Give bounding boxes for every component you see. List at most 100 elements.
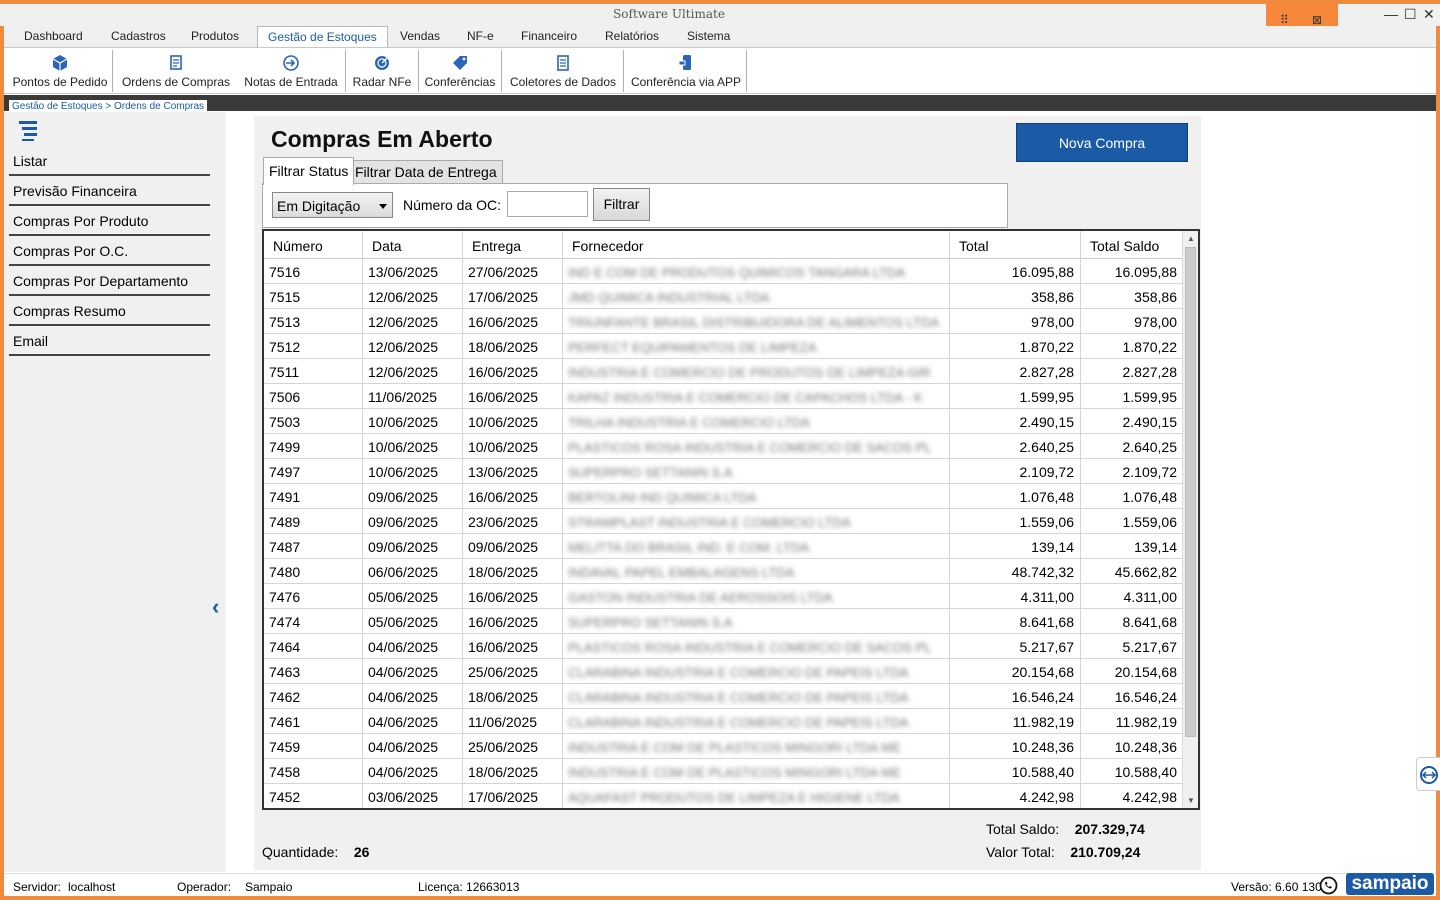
table-row[interactable]: 7512 12/06/2025 18/06/2025 PERFECT EQUIPAME… xyxy=(264,334,1184,359)
table-cell: 5.217,67 xyxy=(1081,634,1184,659)
tool-notas-entrada[interactable]: Notas de Entrada xyxy=(240,48,342,94)
tool-pontos-pedido[interactable]: Pontos de Pedido xyxy=(8,48,112,94)
menu-icon[interactable] xyxy=(19,118,39,144)
sidebar-item-compras-oc[interactable]: Compras Por O.C. xyxy=(9,236,210,266)
tab-filtrar-status[interactable]: Filtrar Status xyxy=(263,157,355,185)
clipboard-icon xyxy=(557,55,569,71)
sidebar-item-compras-departamento[interactable]: Compras Por Departamento xyxy=(9,266,210,296)
status-select[interactable]: Em Digitação xyxy=(272,192,393,218)
scroll-up-icon[interactable]: ▲ xyxy=(1187,234,1195,243)
operator-label: Operador: xyxy=(177,880,232,894)
sidebar-item-compras-resumo[interactable]: Compras Resumo xyxy=(9,296,210,326)
menu-relatorios[interactable]: Relatórios xyxy=(605,29,659,43)
menu-cadastros[interactable]: Cadastros xyxy=(111,29,166,43)
remote-support-widget[interactable] xyxy=(1416,757,1440,791)
tool-conferencia-app[interactable]: Conferência via APP xyxy=(628,48,744,94)
table-row[interactable]: 7458 04/06/2025 18/06/2025 INDUSTRIA E COM … xyxy=(264,759,1184,784)
tool-ordens-compras[interactable]: Ordens de Compras xyxy=(117,48,235,94)
column-header[interactable]: Entrega xyxy=(463,231,563,259)
table-row[interactable]: 7516 13/06/2025 27/06/2025 IND E COM DE PRO… xyxy=(264,259,1184,284)
table-cell: 7513 xyxy=(264,309,363,334)
tool-conferencias[interactable]: Conferências xyxy=(422,48,498,94)
sidebar-item-listar[interactable]: Listar xyxy=(9,146,210,176)
menu-sistema[interactable]: Sistema xyxy=(687,29,730,43)
table-row[interactable]: 7489 09/06/2025 23/06/2025 STRAMPLAST INDUS… xyxy=(264,509,1184,534)
table-cell: 16/06/2025 xyxy=(463,484,563,509)
collapse-sidebar-icon[interactable]: ‹ xyxy=(212,594,219,620)
drag-handle-icon[interactable]: ⠿ xyxy=(1280,13,1289,27)
nova-compra-button[interactable]: Nova Compra xyxy=(1016,123,1188,162)
menu-gestao-estoques[interactable]: Gestão de Estoques xyxy=(257,26,388,49)
total-summary: Valor Total: 210.709,24 xyxy=(986,844,1140,860)
column-header[interactable]: Número xyxy=(264,231,363,259)
table-row[interactable]: 7462 04/06/2025 18/06/2025 CLARABINA INDUST… xyxy=(264,684,1184,709)
table-row[interactable]: 7476 05/06/2025 16/06/2025 GASTON INDUSTRIA… xyxy=(264,584,1184,609)
supplier-name: SUPERPRO SETTANIN S.A xyxy=(568,615,733,630)
table-cell: 10/06/2025 xyxy=(363,459,463,484)
menu-produtos[interactable]: Produtos xyxy=(191,29,239,43)
scroll-thumb[interactable] xyxy=(1185,247,1196,737)
table-cell: SUPERPRO SETTANIN S.A xyxy=(563,459,950,484)
table-cell: 2.640,25 xyxy=(950,434,1081,459)
table-row[interactable]: 7480 06/06/2025 18/06/2025 INDAVAL PAPEL EM… xyxy=(264,559,1184,584)
table-cell: 7516 xyxy=(264,259,363,284)
column-header[interactable]: Total Saldo xyxy=(1081,231,1184,259)
title-bar: Software Ultimate ⠿ ⊠ — ☐ ✕ xyxy=(0,0,1440,38)
table-row[interactable]: 7474 05/06/2025 16/06/2025 SUPERPRO SETTANI… xyxy=(264,609,1184,634)
menu-nfe[interactable]: NF-e xyxy=(467,29,494,43)
table-row[interactable]: 7491 09/06/2025 16/06/2025 BERTOLINI IND QU… xyxy=(264,484,1184,509)
table-row[interactable]: 7459 04/06/2025 25/06/2025 INDUSTRIA E COM … xyxy=(264,734,1184,759)
tool-label: Radar NFe xyxy=(352,75,412,89)
close-session-icon[interactable]: ⊠ xyxy=(1312,13,1322,27)
supplier-name: PLASTICOS ROSA INDUSTRIA E COMERCIO DE S… xyxy=(568,440,932,455)
table-cell: 09/06/2025 xyxy=(363,484,463,509)
column-header[interactable]: Fornecedor xyxy=(563,231,950,259)
total-label: Valor Total: xyxy=(986,844,1055,860)
table-row[interactable]: 7463 04/06/2025 25/06/2025 CLARABINA INDUST… xyxy=(264,659,1184,684)
table-row[interactable]: 7503 10/06/2025 10/06/2025 TRILHA INDUSTRIA… xyxy=(264,409,1184,434)
table-cell: INDUSTRIA E COM DE PLASTICOS MINGORI LTD… xyxy=(563,734,950,759)
minimize-icon[interactable]: — xyxy=(1384,6,1398,22)
menu-financeiro[interactable]: Financeiro xyxy=(521,29,577,43)
table-row[interactable]: 7511 12/06/2025 16/06/2025 INDUSTRIA E COME… xyxy=(264,359,1184,384)
menu-vendas[interactable]: Vendas xyxy=(400,29,440,43)
sidebar-item-email[interactable]: Email xyxy=(9,326,210,356)
maximize-icon[interactable]: ☐ xyxy=(1404,6,1417,23)
column-header[interactable]: Data xyxy=(363,231,463,259)
whatsapp-icon[interactable] xyxy=(1319,876,1338,895)
column-header[interactable]: Total xyxy=(950,231,1081,259)
table-cell: 7474 xyxy=(264,609,363,634)
table-cell: 16/06/2025 xyxy=(463,384,563,409)
table-row[interactable]: 7506 11/06/2025 16/06/2025 KAPAZ INDUSTRIA … xyxy=(264,384,1184,409)
table-cell: CLARABINA INDUSTRIA E COMERCIO DE PAPEIS… xyxy=(563,684,950,709)
table-row[interactable]: 7499 10/06/2025 10/06/2025 PLASTICOS ROSA I… xyxy=(264,434,1184,459)
table-cell: 11/06/2025 xyxy=(463,709,563,734)
tab-filtrar-data-entrega[interactable]: Filtrar Data de Entrega xyxy=(349,160,503,184)
table-row[interactable]: 7513 12/06/2025 16/06/2025 TRIUNFANTE BRASI… xyxy=(264,309,1184,334)
table-row[interactable]: 7464 04/06/2025 16/06/2025 PLASTICOS ROSA I… xyxy=(264,634,1184,659)
sidebar-item-previsao-financeira[interactable]: Previsão Financeira xyxy=(9,176,210,206)
table-cell: 2.640,25 xyxy=(1081,434,1184,459)
table-row[interactable]: 7461 04/06/2025 11/06/2025 CLARABINA INDUST… xyxy=(264,709,1184,734)
sidebar-item-compras-produto[interactable]: Compras Por Produto xyxy=(9,206,210,236)
menu-dashboard[interactable]: Dashboard xyxy=(24,29,83,43)
tool-radar-nfe[interactable]: Radar NFe xyxy=(350,48,414,94)
table-cell: 17/06/2025 xyxy=(463,284,563,309)
table-row[interactable]: 7497 10/06/2025 13/06/2025 SUPERPRO SETTANI… xyxy=(264,459,1184,484)
vertical-scrollbar[interactable]: ▲ ▼ xyxy=(1182,231,1198,808)
table-cell: 7506 xyxy=(264,384,363,409)
table-row[interactable]: 7487 09/06/2025 09/06/2025 MELITTA DO BRASI… xyxy=(264,534,1184,559)
close-icon[interactable]: ✕ xyxy=(1423,6,1435,23)
tool-coletores-dados[interactable]: Coletores de Dados xyxy=(506,48,620,94)
supplier-name: PLASTICOS ROSA INDUSTRIA E COMERCIO DE S… xyxy=(568,640,932,655)
table-cell: INDUSTRIA E COMERCIO DE PRODUTOS DE LIMP… xyxy=(563,359,950,384)
oc-number-input[interactable] xyxy=(507,191,588,217)
scroll-down-icon[interactable]: ▼ xyxy=(1187,796,1195,805)
table-cell: 12/06/2025 xyxy=(363,309,463,334)
filtrar-button[interactable]: Filtrar xyxy=(593,188,650,221)
table-cell: 25/06/2025 xyxy=(463,659,563,684)
supplier-name: TRIUNFANTE BRASIL DISTRIBUIDORA DE ALIME… xyxy=(568,315,940,330)
table-row[interactable]: 7515 12/06/2025 17/06/2025 JMD QUIMICA INDU… xyxy=(264,284,1184,309)
table-row[interactable]: 7452 03/06/2025 17/06/2025 AQUAFAST PRODUTO… xyxy=(264,784,1184,808)
supplier-name: SUPERPRO SETTANIN S.A xyxy=(568,465,733,480)
